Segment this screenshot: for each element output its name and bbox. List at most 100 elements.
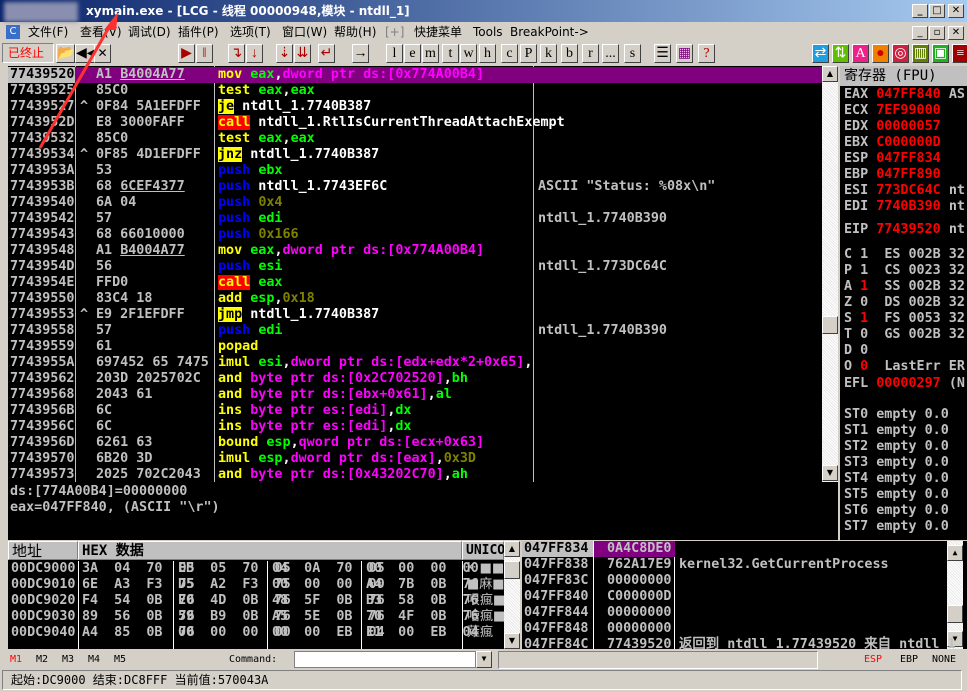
- disasm-row[interactable]: 77439550 83C4 18 add esp,0x18: [8, 291, 822, 307]
- register-efl[interactable]: EFL 00000297 (N: [840, 376, 967, 392]
- register-value[interactable]: 047FF840: [876, 87, 941, 102]
- stack-row[interactable]: 047FF838 762A17E9 kernel32.GetCurrentProce…: [522, 557, 947, 573]
- stack-row[interactable]: 047FF848 00000000: [522, 621, 947, 637]
- register-value[interactable]: 773DC64C: [876, 183, 941, 198]
- disasm-row[interactable]: 77439570 6B20 3D imul esp,dword ptr ds:[ea…: [8, 451, 822, 467]
- register-eax[interactable]: EAX 047FF840 AS: [840, 87, 967, 103]
- child-close-button[interactable]: ✕: [948, 26, 964, 40]
- child-restore-button[interactable]: ▫: [929, 26, 945, 40]
- stack-pane[interactable]: ▲ ▼ 047FF834 0A4C8DE0 047FF838 762A17E9 kern…: [522, 541, 967, 649]
- plugin-bars-icon[interactable]: ▥: [912, 44, 929, 63]
- flag-value[interactable]: 1: [860, 263, 868, 278]
- toolbar-window-k-button[interactable]: k: [540, 44, 557, 63]
- register-value[interactable]: 7EF99000: [876, 103, 941, 118]
- memory-tab-m2[interactable]: M2: [36, 650, 48, 670]
- dump-row[interactable]: 00DC9040 A4 85 0B 76 00 00 00 00 00 00 EB 0…: [8, 625, 504, 641]
- flag-t[interactable]: T 0 GS 002B 32: [840, 327, 967, 343]
- plugin-record-icon[interactable]: ●: [872, 44, 889, 63]
- menu-item[interactable]: 调试(D): [128, 22, 171, 42]
- flag-c[interactable]: C 1 ES 002B 32: [840, 247, 967, 263]
- disasm-row[interactable]: 7743956B 6C ins byte ptr es:[edi],dx: [8, 403, 822, 419]
- command-input[interactable]: [294, 651, 476, 668]
- menu-item[interactable]: 查看(V): [80, 22, 122, 42]
- register-eip[interactable]: EIP 77439520 nt: [840, 222, 967, 238]
- flag-z[interactable]: Z 0 DS 002B 32: [840, 295, 967, 311]
- register-value[interactable]: 77439520: [876, 222, 941, 237]
- register-esi[interactable]: ESI 773DC64C nt: [840, 183, 967, 199]
- flag-p[interactable]: P 1 CS 0023 32: [840, 263, 967, 279]
- register-ebx[interactable]: EBX C000000D: [840, 135, 967, 151]
- flag-d[interactable]: D 0: [840, 343, 967, 359]
- disasm-row[interactable]: 7743956D 6261 63 bound esp,qword ptr ds:[e…: [8, 435, 822, 451]
- pause-icon[interactable]: ‖: [196, 44, 213, 63]
- fpu-register[interactable]: ST6 empty 0.0: [840, 503, 967, 519]
- fpu-register[interactable]: ST0 empty 0.0: [840, 407, 967, 423]
- grid-icon[interactable]: ▦: [676, 44, 693, 63]
- disasm-row[interactable]: 77439543 68 66010000 push 0x166: [8, 227, 822, 243]
- memory-tab-m3[interactable]: M3: [62, 650, 74, 670]
- dump-row[interactable]: 00DC9000 3A 04 70 05 EB 05 70 05 04 0A 70 0…: [8, 561, 517, 577]
- disasm-row[interactable]: 7743952D E8 3000FAFF call ntdll_1.RtlIsCur…: [8, 115, 822, 131]
- plugin-target-icon[interactable]: ◎: [892, 44, 909, 63]
- fpu-register[interactable]: ST5 empty 0.0: [840, 487, 967, 503]
- menu-item[interactable]: Tools: [473, 22, 503, 42]
- open-icon[interactable]: 📂: [56, 44, 76, 63]
- menu-item[interactable]: BreakPoint->: [510, 22, 589, 42]
- toolbar-window-more-button[interactable]: ...: [602, 44, 619, 63]
- dump-pane[interactable]: 地址 HEX 数据 UNICO 00DC9000 3A 04 70 05 EB 05…: [8, 541, 520, 649]
- register-value[interactable]: 047FF890: [876, 167, 941, 182]
- toolbar-window-h-button[interactable]: h: [479, 44, 496, 63]
- fpu-register[interactable]: ST7 empty 0.0: [840, 519, 967, 535]
- menu-item[interactable]: [+]: [385, 22, 404, 42]
- disasm-row[interactable]: 77439558 57 push edi ntdll_1.7740B390: [8, 323, 822, 339]
- disasm-row[interactable]: 7743956C 6C ins byte ptr es:[edi],dx: [8, 419, 822, 435]
- stack-row[interactable]: 047FF844 00000000: [522, 605, 947, 621]
- register-value[interactable]: 00000297: [876, 376, 941, 391]
- maximize-button[interactable]: □: [929, 4, 945, 18]
- disasm-row[interactable]: 7743955A 697452 65 7475 imul esi,dword ptr…: [8, 355, 822, 371]
- flag-value[interactable]: 0: [860, 343, 868, 358]
- dump-row[interactable]: 00DC9020 F4 54 0B 76 E0 4D 0B 76 48 5F 0B 7…: [8, 593, 505, 609]
- scroll-thumb[interactable]: [822, 316, 838, 334]
- disasm-row[interactable]: 77439568 2043 61 and byte ptr ds:[ebx+0x61…: [8, 387, 822, 403]
- disasm-row[interactable]: 77439573 2025 702C2043 and byte ptr ds:[0x…: [8, 467, 822, 482]
- dump-scroll-thumb[interactable]: [504, 561, 520, 579]
- disasm-row[interactable]: 77439562 203D 2025702C and byte ptr ds:[0x…: [8, 371, 822, 387]
- register-value[interactable]: 00000057: [876, 119, 941, 134]
- disassembly-scrollbar[interactable]: [822, 66, 838, 482]
- flag-value[interactable]: 0: [860, 359, 868, 374]
- disasm-row[interactable]: 77439520 A1 B4004A77 mov eax,dword ptr ds:…: [8, 67, 822, 83]
- toolbar-window-l-button[interactable]: l: [386, 44, 403, 63]
- flag-a[interactable]: A 1 SS 002B 32: [840, 279, 967, 295]
- dump-scroll-down-icon[interactable]: ▼: [504, 633, 520, 649]
- register-esp[interactable]: ESP 047FF834: [840, 151, 967, 167]
- plugin-a-icon[interactable]: A: [852, 44, 869, 63]
- disasm-row[interactable]: 77439540 6A 04 push 0x4: [8, 195, 822, 211]
- dump-scroll-up-icon[interactable]: ▲: [504, 541, 520, 557]
- step-into-icon[interactable]: ↴: [228, 44, 245, 63]
- register-value[interactable]: 047FF834: [876, 151, 941, 166]
- dump-header-hex[interactable]: HEX 数据: [78, 541, 462, 560]
- flag-o[interactable]: O 0 LastErr ER: [840, 359, 967, 375]
- toolbar-window-e-button[interactable]: e: [404, 44, 421, 63]
- scroll-down-icon[interactable]: ▼: [822, 465, 838, 481]
- stack-mode-esp[interactable]: ESP: [864, 650, 882, 670]
- register-ebp[interactable]: EBP 047FF890: [840, 167, 967, 183]
- plugin-window-icon[interactable]: ▣: [932, 44, 949, 63]
- flag-s[interactable]: S 1 FS 0053 32: [840, 311, 967, 327]
- minimize-button[interactable]: _: [912, 4, 928, 18]
- toolbar-window-b-button[interactable]: b: [561, 44, 578, 63]
- step-over-icon[interactable]: ↓: [246, 44, 263, 63]
- register-edx[interactable]: EDX 00000057: [840, 119, 967, 135]
- flag-value[interactable]: 1: [860, 279, 868, 294]
- goto-icon[interactable]: →: [352, 44, 369, 63]
- flag-value[interactable]: 0: [860, 327, 868, 342]
- execute-till-return-icon[interactable]: ↵: [318, 44, 335, 63]
- stack-row[interactable]: 047FF83C 00000000: [522, 573, 947, 589]
- stack-row[interactable]: 047FF834 0A4C8DE0: [522, 541, 947, 557]
- close-program-icon[interactable]: ✕: [94, 44, 111, 63]
- disasm-row[interactable]: 7743954D 56 push esi ntdll_1.773DC64C: [8, 259, 822, 275]
- disasm-row[interactable]: 77439525 85C0 test eax,eax: [8, 83, 822, 99]
- fpu-register[interactable]: ST2 empty 0.0: [840, 439, 967, 455]
- disasm-row[interactable]: 7743953A 53 push ebx: [8, 163, 822, 179]
